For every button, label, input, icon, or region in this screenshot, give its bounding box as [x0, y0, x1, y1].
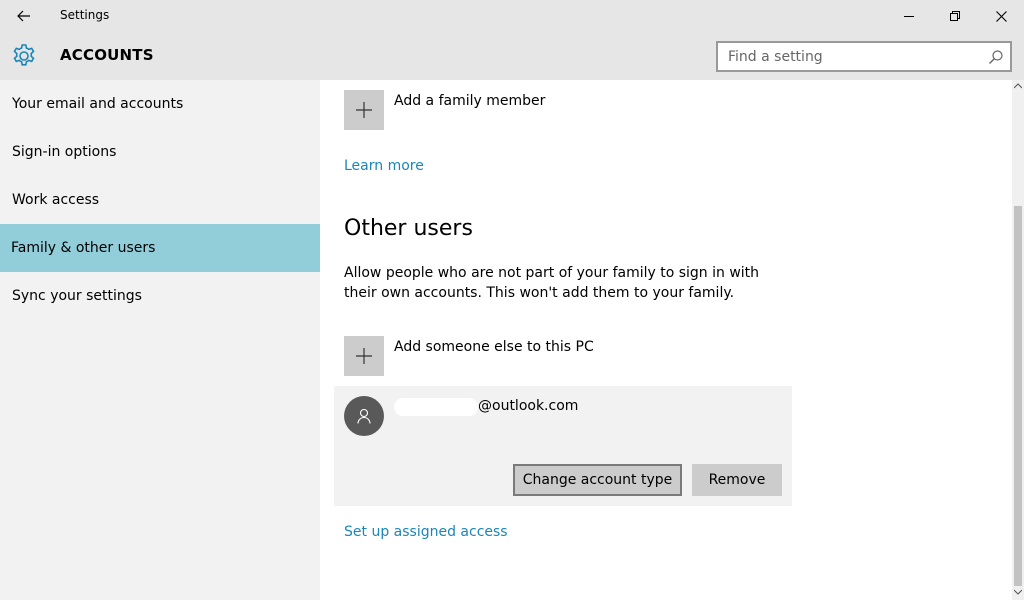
sidebar-item-sign-in-options[interactable]: Sign-in options — [0, 128, 320, 176]
close-icon — [995, 10, 1007, 22]
user-email: @outlook.com — [478, 398, 579, 414]
other-users-heading: Other users — [344, 216, 473, 241]
plus-icon — [356, 102, 372, 118]
set-up-assigned-access-link[interactable]: Set up assigned access — [344, 524, 508, 540]
plus-icon — [356, 348, 372, 364]
change-account-type-button[interactable]: Change account type — [513, 464, 682, 496]
close-button[interactable] — [978, 0, 1024, 32]
search-box[interactable] — [716, 41, 1012, 72]
sidebar-item-family-other-users[interactable]: Family & other users — [0, 224, 320, 272]
sidebar-item-sync-settings[interactable]: Sync your settings — [0, 272, 320, 320]
minimize-icon — [904, 16, 914, 17]
redacted-username — [394, 398, 478, 416]
user-account-card[interactable]: @outlook.com Change account type Remove — [334, 386, 792, 506]
maximize-button[interactable] — [932, 0, 978, 32]
avatar — [344, 396, 384, 436]
add-someone-label[interactable]: Add someone else to this PC — [394, 339, 594, 355]
page-title: ACCOUNTS — [60, 46, 154, 64]
page-header: ACCOUNTS — [0, 32, 1024, 80]
sidebar-item-work-access[interactable]: Work access — [0, 176, 320, 224]
add-family-member-label[interactable]: Add a family member — [394, 93, 545, 109]
add-someone-button[interactable] — [344, 336, 384, 376]
main-content: Add a family member Learn more Other use… — [320, 80, 1012, 600]
back-arrow-icon — [17, 10, 30, 22]
add-family-member-button[interactable] — [344, 90, 384, 130]
minimize-button[interactable] — [886, 0, 932, 32]
back-button[interactable] — [8, 4, 40, 28]
scrollbar-thumb[interactable] — [1014, 206, 1022, 586]
sidebar: Your email and accounts Sign-in options … — [0, 80, 320, 600]
search-input[interactable] — [718, 43, 1010, 70]
search-icon[interactable] — [988, 49, 1004, 65]
window-title: Settings — [60, 8, 110, 22]
other-users-description: Allow people who are not part of your fa… — [344, 265, 760, 301]
scroll-down-icon[interactable] — [1014, 588, 1022, 596]
sidebar-item-email-accounts[interactable]: Your email and accounts — [0, 80, 320, 128]
learn-more-link[interactable]: Learn more — [344, 158, 424, 174]
remove-button[interactable]: Remove — [692, 464, 782, 496]
scroll-up-icon[interactable] — [1014, 82, 1022, 90]
window-controls — [886, 0, 1024, 32]
gear-icon — [13, 44, 35, 66]
scrollbar[interactable] — [1012, 80, 1024, 600]
title-bar: Settings — [0, 0, 1024, 32]
person-icon — [357, 408, 371, 424]
restore-icon — [950, 11, 960, 21]
